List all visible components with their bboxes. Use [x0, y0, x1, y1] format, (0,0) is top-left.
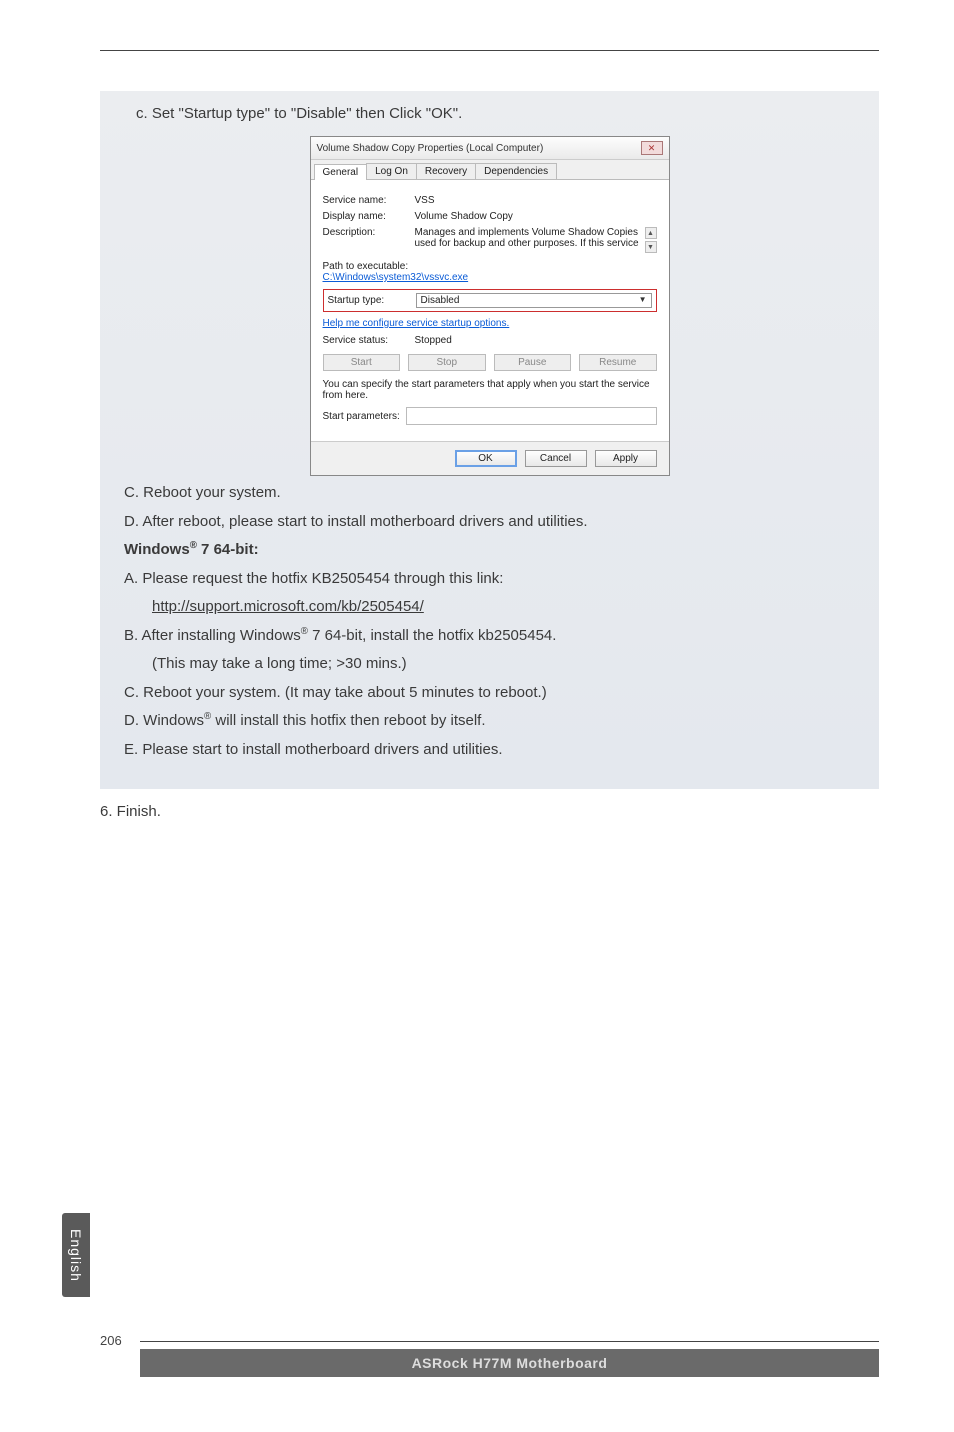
- specify-text: You can specify the start parameters tha…: [323, 379, 657, 401]
- tab-logon[interactable]: Log On: [366, 163, 417, 179]
- step-d-after-reboot: D. After reboot, please start to install…: [124, 511, 855, 534]
- resume-button: Resume: [579, 354, 657, 371]
- cancel-button[interactable]: Cancel: [525, 450, 587, 467]
- service-status-label: Service status:: [323, 335, 415, 346]
- scroll-up-icon[interactable]: ▲: [645, 227, 657, 239]
- start-button[interactable]: Start: [323, 354, 401, 371]
- path-label: Path to executable:: [323, 261, 657, 272]
- instruction-block: c. Set "Startup type" to "Disable" then …: [100, 91, 879, 789]
- close-icon[interactable]: ✕: [641, 141, 663, 155]
- step-b-install-hotfix: B. After installing Windows® 7 64-bit, i…: [124, 625, 855, 648]
- apply-button[interactable]: Apply: [595, 450, 657, 467]
- step-caption: c. Set "Startup type" to "Disable" then …: [136, 105, 855, 122]
- step-6-finish: 6. Finish.: [100, 803, 879, 820]
- language-label: English: [68, 1229, 84, 1282]
- properties-dialog: Volume Shadow Copy Properties (Local Com…: [310, 136, 670, 476]
- hotfix-link[interactable]: http://support.microsoft.com/kb/2505454/: [152, 598, 424, 615]
- description-value: Manages and implements Volume Shadow Cop…: [415, 227, 645, 249]
- startup-type-row: Startup type: Disabled ▼: [323, 289, 657, 312]
- tab-recovery[interactable]: Recovery: [416, 163, 476, 179]
- step-c-reboot: C. Reboot your system.: [124, 482, 855, 505]
- language-side-tab: English: [62, 1213, 90, 1297]
- windows-7-heading: Windows® 7 64-bit:: [124, 539, 855, 562]
- service-name-value: VSS: [415, 195, 657, 206]
- step-a-hotfix-request: A. Please request the hotfix KB2505454 t…: [124, 568, 855, 591]
- step-b-time-note: (This may take a long time; >30 mins.): [124, 653, 855, 676]
- ok-button[interactable]: OK: [455, 450, 517, 467]
- start-parameters-input[interactable]: [406, 407, 657, 425]
- display-name-label: Display name:: [323, 211, 415, 222]
- bottom-rule: [140, 1341, 879, 1342]
- description-label: Description:: [323, 227, 415, 238]
- startup-type-select[interactable]: Disabled ▼: [416, 293, 652, 308]
- step-e-install-drivers: E. Please start to install motherboard d…: [124, 739, 855, 762]
- startup-type-value: Disabled: [421, 295, 460, 306]
- step-c2-reboot: C. Reboot your system. (It may take abou…: [124, 682, 855, 705]
- path-value: C:\Windows\system32\vssvc.exe: [323, 272, 657, 283]
- dialog-title: Volume Shadow Copy Properties (Local Com…: [317, 143, 544, 154]
- page-number: 206: [100, 1333, 122, 1348]
- display-name-value: Volume Shadow Copy: [415, 211, 657, 222]
- dialog-titlebar: Volume Shadow Copy Properties (Local Com…: [311, 137, 669, 160]
- scroll-down-icon[interactable]: ▼: [645, 241, 657, 253]
- tab-general[interactable]: General: [314, 164, 368, 180]
- start-parameters-label: Start parameters:: [323, 411, 400, 422]
- service-status-value: Stopped: [415, 335, 657, 346]
- pause-button: Pause: [494, 354, 572, 371]
- startup-type-label: Startup type:: [328, 295, 416, 306]
- footer-bar: ASRock H77M Motherboard: [140, 1349, 879, 1377]
- tab-dependencies[interactable]: Dependencies: [475, 163, 557, 179]
- chevron-down-icon: ▼: [639, 295, 647, 306]
- stop-button: Stop: [408, 354, 486, 371]
- tab-row: General Log On Recovery Dependencies: [311, 160, 669, 180]
- step-d2-windows-install: D. Windows® will install this hotfix the…: [124, 710, 855, 733]
- service-name-label: Service name:: [323, 195, 415, 206]
- help-link[interactable]: Help me configure service startup option…: [323, 318, 657, 329]
